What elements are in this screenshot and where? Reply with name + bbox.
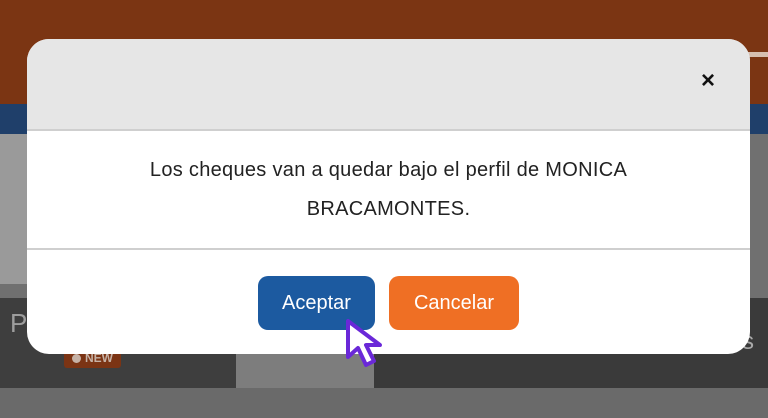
mouse-pointer-icon: [346, 319, 382, 367]
app-footer: [0, 388, 768, 418]
badge-dot-icon: [72, 353, 81, 363]
confirmation-dialog: × Los cheques van a quedar bajo el perfi…: [27, 39, 750, 354]
dialog-message: Los cheques van a quedar bajo el perfil …: [149, 158, 628, 220]
close-icon[interactable]: ×: [696, 69, 720, 93]
dialog-body: Los cheques van a quedar bajo el perfil …: [27, 131, 750, 250]
cancel-button[interactable]: Cancelar: [389, 276, 519, 330]
header-dash: [748, 52, 768, 57]
app-thumbnail: [0, 134, 28, 284]
app-card-title: P: [10, 308, 28, 338]
dialog-header: ×: [27, 39, 750, 131]
